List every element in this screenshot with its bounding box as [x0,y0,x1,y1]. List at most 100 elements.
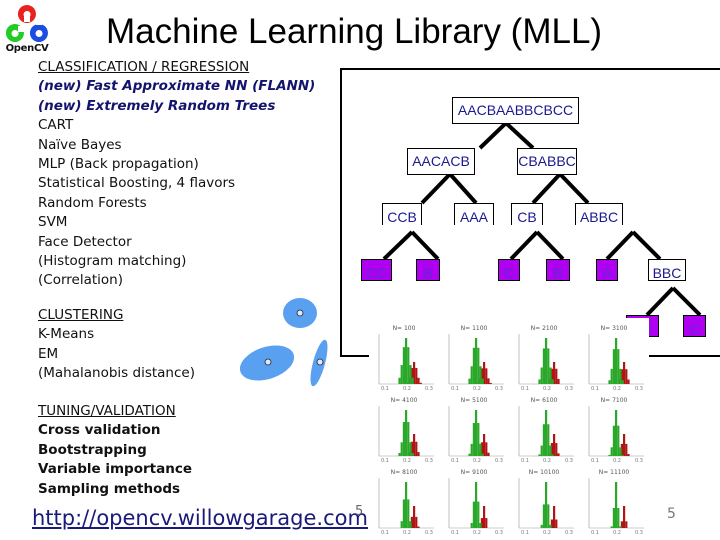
histogram-bar [402,422,405,456]
histogram-bar [468,453,471,456]
histogram-tick-label: 0.1 [451,386,459,392]
histogram-bar [468,378,471,384]
histogram-bar [551,379,554,384]
histogram-tick-label: 0.1 [591,386,599,392]
histogram-bar [542,504,545,528]
histogram-tick-label: 0.3 [565,458,573,464]
histogram-bar [545,482,548,528]
tree-edge [509,230,539,261]
histogram-tick-label: 0.1 [591,458,599,464]
histogram-bar [621,454,624,456]
histogram-bar [405,338,408,384]
list-item: Variable importance [38,461,192,478]
histogram-bar [555,443,558,456]
histogram-bar [625,443,628,456]
histogram-title: N= 100 [393,325,416,332]
clustering-list: CLUSTERING K-Means EM (Mahalanobis dista… [38,306,195,384]
histogram-bar [398,452,401,456]
histogram-bar [470,443,473,456]
logo-blue-ring [29,24,48,42]
tree-node: CCB [382,203,422,225]
histogram-bar [485,442,488,456]
histogram-title: N= 6100 [531,397,558,404]
histogram-bar [549,367,552,384]
logo-text: OpenCV [5,43,49,54]
histogram-bar [477,347,480,384]
list-item: Sampling methods [38,480,181,497]
histogram-bar [538,454,541,456]
histogram-tick-label: 0.3 [635,458,643,464]
list-item: Naïve Bayes [38,136,122,153]
list-item: Bootstrapping [38,441,147,458]
histogram-bar [619,368,622,384]
tree-leaf: B [546,259,570,281]
classification-list: CLASSIFICATION / REGRESSION (new) Fast A… [38,58,315,291]
cluster-ellipses-figure [239,298,328,387]
histogram-title: N= 3100 [601,325,628,332]
histogram-title: N= 10100 [529,469,560,476]
tree-edge [410,230,440,261]
clustering-header: CLUSTERING [38,307,124,323]
histogram-bar [402,499,405,528]
histogram-bar [557,378,560,384]
tuning-header: TUNING/VALIDATION [38,403,176,419]
histogram-tick-label: 0.3 [495,530,503,536]
histogram-bar [483,506,486,528]
histogram-bar [400,442,403,456]
histogram-bar [413,434,416,456]
histogram-bar [409,365,412,384]
histogram-bar [547,348,550,384]
histogram-bar [411,452,414,456]
histogram-tick-label: 0.2 [543,458,551,464]
list-item: MLP (Back propagation) [38,156,199,173]
tree-leaf: A [596,259,618,281]
tree-edge [645,286,675,317]
histogram-bar [540,445,543,456]
histogram-bar [405,410,408,456]
cluster-center [264,358,272,366]
opencv-website-link[interactable]: http://opencv.willowgarage.com [32,506,368,530]
histogram-tick-label: 0.2 [613,530,621,536]
histogram-tick-label: 0.3 [565,530,573,536]
list-item: CART [38,117,74,134]
tree-leaf: C [683,315,706,337]
histogram-bar [617,508,620,528]
histogram-bar [475,482,478,528]
tree-edge [631,230,662,261]
list-item-new: (new) Extremely Random Trees [38,97,276,114]
histogram-tick-label: 0.1 [521,458,529,464]
histogram-bar [417,526,420,528]
histogram-bar [483,434,486,456]
histogram-bar [615,338,618,384]
histogram-title: N= 4100 [391,397,418,404]
histogram-tick-label: 0.1 [451,530,459,536]
list-item: (Histogram matching) [38,253,187,270]
histogram-tick-label: 0.1 [521,530,529,536]
histogram-bar [557,453,560,456]
histogram-tick-label: 0.1 [381,386,389,392]
histogram-tick-label: 0.2 [403,530,411,536]
histogram-bar [545,410,548,456]
histogram-bar [400,521,403,528]
histogram-bar [407,422,410,456]
tree-leaf: C [498,259,520,281]
histogram-tick-label: 0.2 [613,458,621,464]
tree-edge [420,172,452,205]
histogram-bar [472,347,475,384]
histogram-tick-label: 0.3 [425,530,433,536]
list-item: Face Detector [38,233,132,250]
histogram-tick-label: 0.1 [381,458,389,464]
histogram-bar [547,424,550,456]
histogram-bar [411,377,414,384]
histogram-title: N= 2100 [531,325,558,332]
histogram-bar [475,410,478,456]
histogram-bar [625,369,628,384]
histogram-bar [472,501,475,528]
histogram-bar [608,454,611,456]
histogram-tick-label: 0.3 [425,458,433,464]
histogram-bar [415,367,418,384]
tuning-list: TUNING/VALIDATION Cross validation Boots… [38,402,192,499]
histogram-bar [481,378,484,384]
histogram-bar [555,519,558,528]
tree-edge [382,230,414,261]
